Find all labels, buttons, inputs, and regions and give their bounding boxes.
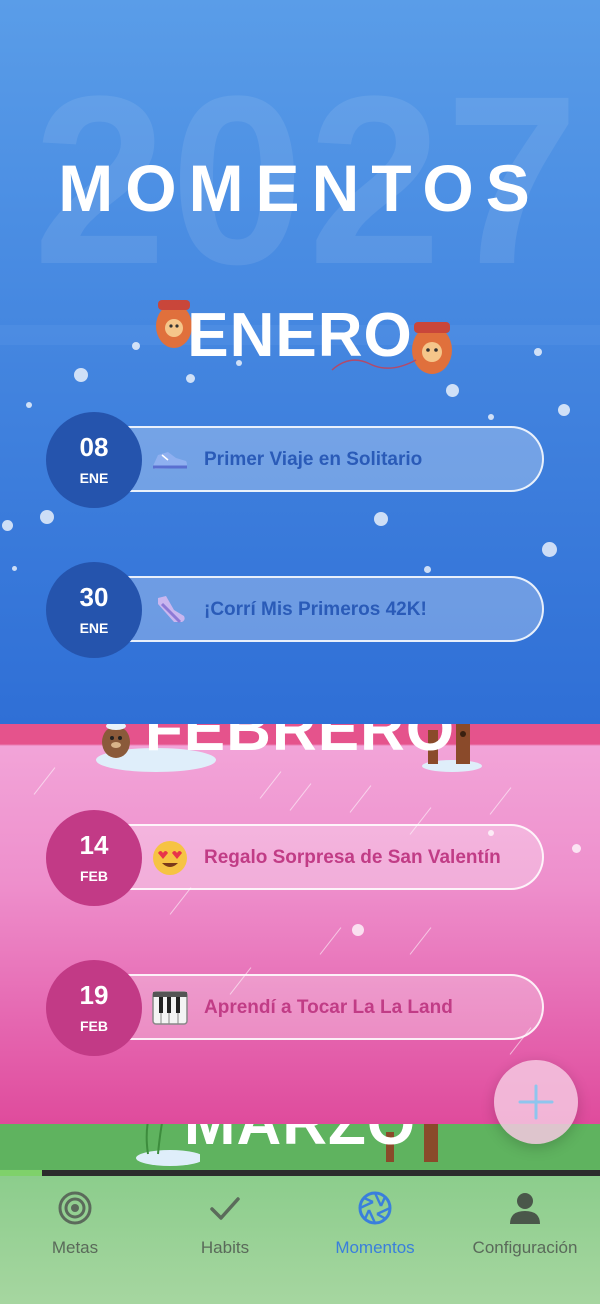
nav-label: Metas	[51, 1238, 99, 1257]
date-day: 08	[79, 432, 109, 462]
user-icon	[507, 1190, 543, 1226]
running-shoe-icon	[150, 592, 190, 628]
snowflake	[352, 924, 364, 936]
piano-keys-icon	[150, 990, 190, 1026]
date-day: 19	[79, 980, 109, 1010]
target-icon	[57, 1190, 93, 1226]
date-month: ENE	[79, 470, 109, 486]
rain-streak	[289, 783, 312, 811]
snowflake	[558, 404, 570, 416]
moment-card[interactable]: 19 FEB Aprendí a Tocar La La Land	[46, 960, 544, 1056]
snowflake	[542, 542, 557, 557]
plus-icon	[518, 1084, 554, 1120]
heart-eyes-emoji-icon	[150, 840, 190, 876]
nav-label: Momentos	[335, 1238, 415, 1257]
nav-item-momentos[interactable]: Momentos	[300, 1176, 450, 1304]
nav-item-habits[interactable]: Habits	[150, 1176, 300, 1304]
moment-title: ¡Corrí Mis Primeros 42K!	[204, 598, 427, 620]
date-badge: 19 FEB	[46, 960, 142, 1056]
date-month: FEB	[80, 1018, 108, 1034]
month-title-february: FEBRERO	[144, 724, 456, 764]
nav-label: Habits	[200, 1238, 250, 1257]
moment-title: Aprendí a Tocar La La Land	[204, 996, 453, 1018]
aperture-icon	[357, 1190, 393, 1226]
date-month: ENE	[79, 620, 109, 636]
snowflake	[572, 844, 581, 853]
sneaker-icon	[150, 442, 190, 478]
rain-streak	[349, 785, 372, 813]
nav-label: Configuración	[472, 1238, 578, 1257]
add-moment-button[interactable]	[494, 1060, 578, 1144]
date-badge: 08 ENE	[46, 412, 142, 508]
month-title-january: ENERO	[187, 301, 413, 370]
date-month: FEB	[80, 868, 108, 884]
date-day: 30	[79, 582, 109, 612]
moment-card[interactable]: 08 ENE Primer Viaje en Solitario	[46, 412, 544, 508]
rain-streak	[259, 771, 282, 799]
date-badge: 14 FEB	[46, 810, 142, 906]
rain-streak	[319, 927, 342, 955]
checkmark-icon	[207, 1190, 243, 1226]
moment-title: Primer Viaje en Solitario	[204, 448, 423, 470]
date-day: 14	[79, 830, 109, 860]
rain-streak	[409, 927, 432, 955]
rain-streak	[33, 767, 56, 795]
february-section: FEBRERO	[0, 724, 600, 1124]
snowflake	[186, 374, 195, 383]
snowflake	[2, 520, 13, 531]
snowflake	[26, 402, 32, 408]
moment-card[interactable]: 30 ENE ¡Corrí Mis Primeros 42K!	[46, 562, 544, 658]
page-title: MOMENTOS	[58, 151, 542, 225]
bottom-navigation: Metas Habits Momentos Configuración	[0, 1176, 600, 1304]
snowflake	[12, 566, 17, 571]
snowflake	[446, 384, 459, 397]
snowflake	[40, 510, 54, 524]
moment-card[interactable]: 14 FEB Regalo Sorpresa de San Valentín	[46, 810, 544, 906]
nav-item-configuracion[interactable]: Configuración	[450, 1176, 600, 1304]
snowflake	[374, 512, 388, 526]
date-badge: 30 ENE	[46, 562, 142, 658]
moment-title: Regalo Sorpresa de San Valentín	[204, 846, 501, 868]
nav-item-metas[interactable]: Metas	[0, 1176, 150, 1304]
